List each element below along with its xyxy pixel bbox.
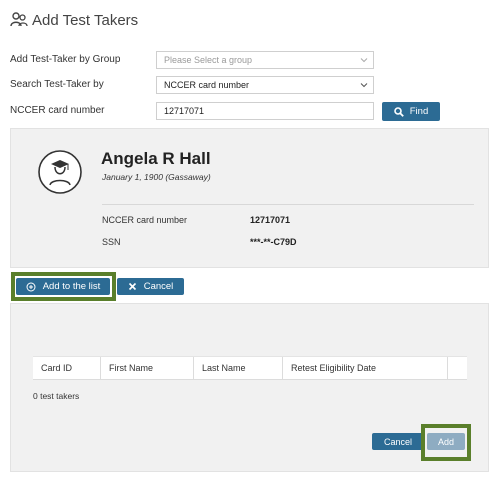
search-by-select[interactable]: NCCER card number: [156, 76, 374, 94]
chevron-down-icon: [360, 58, 368, 63]
column-card-id[interactable]: Card ID: [33, 357, 101, 379]
highlight-frame: [421, 424, 471, 461]
find-button[interactable]: Find: [382, 102, 440, 121]
footer-cancel-button[interactable]: Cancel: [372, 433, 424, 450]
highlight-frame: [11, 272, 116, 301]
divider: [102, 204, 474, 205]
group-select[interactable]: Please Select a group: [156, 51, 374, 69]
group-select-placeholder: Please Select a group: [164, 55, 253, 65]
test-taker-dob: January 1, 1900 (Gassaway): [102, 172, 211, 182]
footer-cancel-label: Cancel: [383, 436, 412, 447]
search-by-label: Search Test-Taker by: [10, 79, 104, 90]
ssn-field-value: ***-**-C79D: [250, 237, 297, 247]
search-by-value: NCCER card number: [164, 80, 250, 90]
table-header: Card ID First Name Last Name Retest Elig…: [33, 356, 467, 380]
chevron-down-icon: [360, 83, 368, 88]
find-button-label: Find: [409, 106, 429, 117]
close-icon: [128, 282, 136, 291]
card-number-value: 12717071: [164, 106, 205, 116]
group-label: Add Test-Taker by Group: [10, 54, 121, 65]
cancel-button-label: Cancel: [143, 281, 174, 292]
card-number-field-label: NCCER card number: [102, 215, 188, 225]
card-number-field-value: 12717071: [250, 215, 291, 225]
search-icon: [393, 106, 404, 117]
card-number-label: NCCER card number: [10, 105, 105, 116]
graduate-avatar-icon: [31, 149, 93, 195]
cancel-button[interactable]: Cancel: [117, 278, 184, 295]
users-icon: [10, 11, 28, 29]
column-first-name[interactable]: First Name: [101, 357, 194, 379]
card-number-input[interactable]: 12717071: [156, 102, 374, 120]
page-header: Add Test Takers: [10, 9, 138, 31]
ssn-field-label: SSN: [102, 237, 121, 247]
test-taker-card: Angela R Hall January 1, 1900 (Gassaway)…: [10, 128, 489, 268]
page-title: Add Test Takers: [32, 11, 139, 29]
test-takers-count: 0 test takers: [33, 391, 80, 401]
column-retest-eligibility-date[interactable]: Retest Eligibility Date: [283, 357, 448, 379]
column-last-name[interactable]: Last Name: [194, 357, 283, 379]
test-taker-name: Angela R Hall: [101, 149, 211, 168]
